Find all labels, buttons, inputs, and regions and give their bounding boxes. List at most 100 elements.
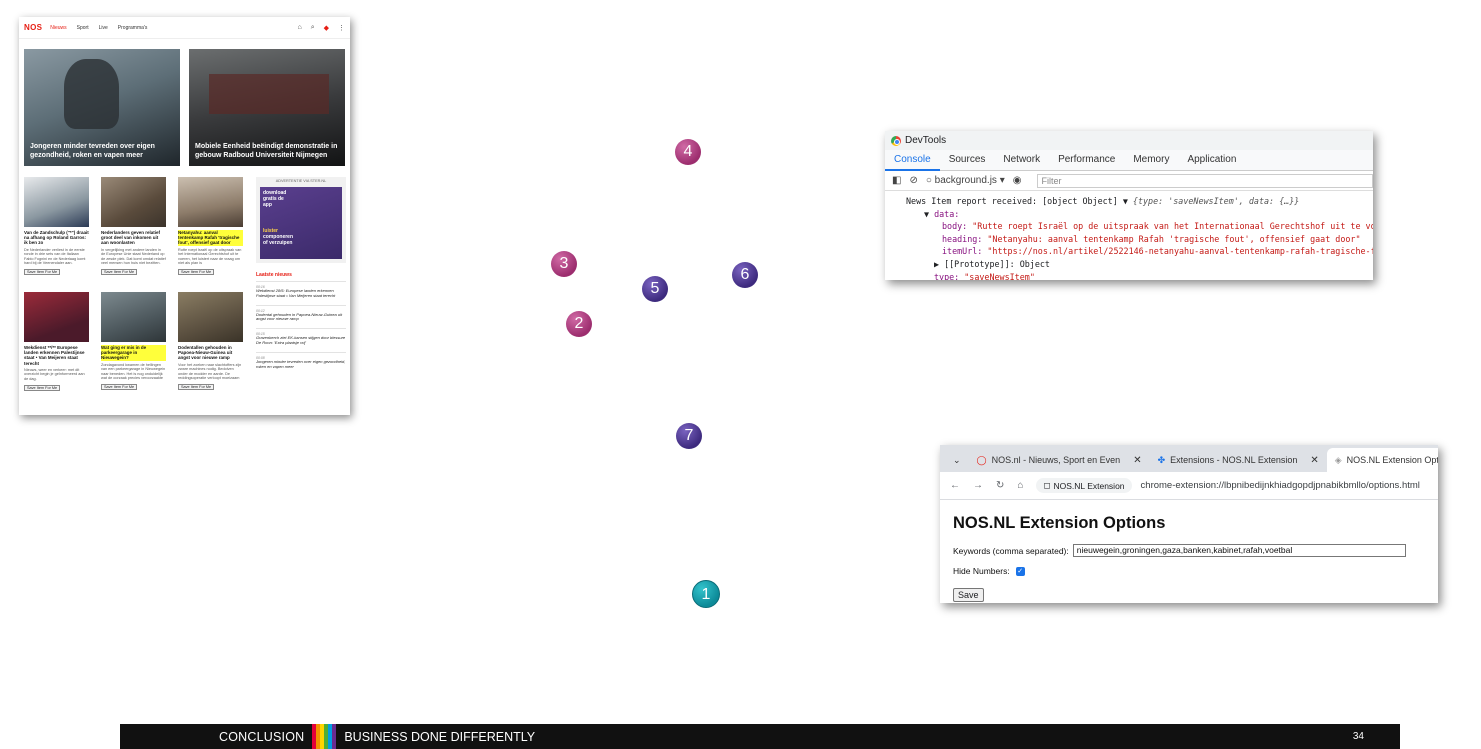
- tab-list-button[interactable]: ⌄: [945, 448, 969, 472]
- hide-numbers-checkbox[interactable]: ✓: [1015, 566, 1025, 576]
- save-button[interactable]: Save: [953, 588, 984, 602]
- marker-6: 6: [732, 262, 758, 288]
- nav-sport[interactable]: Sport: [77, 25, 89, 31]
- log-type-key: type:: [934, 271, 960, 280]
- hero-article-1[interactable]: Jongeren minder tevreden over eigen gezo…: [24, 49, 180, 166]
- hero-2-caption: Mobiele Eenheid beëindigt demonstratie i…: [195, 143, 338, 159]
- card-image[interactable]: [178, 292, 243, 342]
- card-title[interactable]: Nederlanders geven relatief groot deel v…: [101, 230, 166, 246]
- card-image[interactable]: [101, 177, 166, 227]
- log-type-value: "saveNewsItem": [964, 271, 1035, 280]
- save-item-button[interactable]: Save Item For Me: [101, 268, 138, 275]
- save-item-button[interactable]: Save Item For Me: [101, 383, 138, 390]
- log-proto: [[Prototype]]: Object: [944, 258, 1050, 269]
- latest-text: Wekdienst 28/5: Europese landen erkennen…: [256, 288, 336, 298]
- latest-news-item[interactable]: 00:15 Gravenberch ziet EK-kansen stijgen…: [256, 328, 346, 352]
- home-icon[interactable]: ⌂: [1017, 480, 1023, 491]
- keywords-input[interactable]: nieuwegein,groningen,gaza,banken,kabinet…: [1072, 544, 1406, 557]
- save-item-button[interactable]: Save Item For Me: [24, 384, 61, 391]
- options-body: NOS.NL Extension Options Keywords (comma…: [940, 500, 1438, 603]
- eye-icon[interactable]: ◉: [1013, 175, 1022, 186]
- latest-news-item[interactable]: 00:16 Wekdienst 28/5: Europese landen er…: [256, 281, 346, 305]
- latest-news-item[interactable]: 00:12 Dodental gehouden in Papoea-Nieuw-…: [256, 304, 346, 329]
- tab-console[interactable]: Console: [885, 150, 940, 171]
- ad-banner[interactable]: download gratis de app luister componere…: [260, 187, 342, 259]
- browser-tab-options[interactable]: ◈ NOS.NL Extension Options ✕: [1326, 448, 1438, 472]
- hero-1-caption: Jongeren minder tevreden over eigen gezo…: [30, 143, 155, 159]
- extension-page-icon: ◈: [1334, 454, 1342, 465]
- save-item-button[interactable]: Save Item For Me: [24, 268, 61, 275]
- tab-memory[interactable]: Memory: [1124, 150, 1178, 171]
- card-image[interactable]: [24, 292, 89, 342]
- marker-7: 7: [676, 423, 702, 449]
- tv-icon[interactable]: ⌂: [297, 24, 301, 32]
- close-icon[interactable]: ✕: [1133, 455, 1141, 466]
- card-image[interactable]: [101, 292, 166, 342]
- chip-label: NOS.NL Extension: [1053, 480, 1125, 491]
- devtools-window: DevTools Console Sources Network Perform…: [885, 131, 1373, 280]
- nos-logo[interactable]: NOS: [24, 23, 42, 32]
- sidebar-toggle-icon[interactable]: ◧: [892, 175, 901, 186]
- puzzle-icon: ✤: [1157, 454, 1166, 465]
- card-title[interactable]: Wekdienst **/** Europese landen erkennen…: [24, 345, 89, 366]
- tab-sources[interactable]: Sources: [940, 150, 995, 171]
- console-proto-row[interactable]: ▶ [[Prototype]]: Object: [906, 258, 1373, 271]
- tab-application[interactable]: Application: [1178, 150, 1245, 171]
- log-body-key: body:: [942, 221, 968, 232]
- browser-tab-nos[interactable]: ◯ NOS.nl - Nieuws, Sport en Even ✕: [969, 448, 1150, 472]
- devtools-title: DevTools: [905, 135, 947, 146]
- devtools-tabs: Console Sources Network Performance Memo…: [885, 150, 1373, 171]
- card-title[interactable]: Wat ging er mis in de parkeergarage in N…: [101, 345, 166, 361]
- site-chip[interactable]: ◻ NOS.NL Extension: [1036, 478, 1132, 493]
- card-desc: In vergelijking met andere landen in de …: [101, 247, 166, 266]
- context-selector[interactable]: ○ background.js ▾: [926, 175, 1005, 186]
- filter-input[interactable]: Filter: [1037, 173, 1373, 188]
- card-title[interactable]: Dodentallen gehouden in Papoea-Nieuw-Gui…: [178, 345, 243, 361]
- more-icon[interactable]: ⋮: [338, 24, 345, 32]
- opera-icon: ◯: [976, 454, 987, 465]
- forward-icon[interactable]: →: [973, 480, 983, 491]
- tab-label: Extensions - NOS.NL Extension: [1170, 455, 1298, 465]
- devtools-titlebar: DevTools: [885, 131, 1373, 150]
- footer-right-text: BUSINESS DONE DIFFERENTLY: [344, 729, 536, 744]
- save-item-button[interactable]: Save Item For Me: [178, 383, 215, 390]
- search-icon[interactable]: ⌕: [311, 24, 315, 32]
- clear-console-icon[interactable]: ⊘: [909, 175, 917, 186]
- browser-tab-extensions[interactable]: ✤ Extensions - NOS.NL Extension ✕: [1150, 448, 1327, 472]
- console-data-row[interactable]: ▼ data:: [906, 208, 1373, 221]
- latest-news-item[interactable]: 00:08 Jongeren minder tevreden over eige…: [256, 351, 346, 376]
- slide-footer: CONCLUSION BUSINESS DONE DIFFERENTLY 34: [120, 724, 1400, 749]
- card-image[interactable]: [24, 177, 89, 227]
- news-card: Nederlanders geven relatief groot deel v…: [101, 177, 166, 275]
- news-card: Dodentallen gehouden in Papoea-Nieuw-Gui…: [178, 292, 243, 390]
- log-url-key: itemUrl:: [942, 246, 983, 257]
- marker-3: 3: [551, 251, 577, 277]
- extension-icon[interactable]: ◆: [324, 24, 329, 32]
- log-data-key: data:: [934, 208, 960, 219]
- tab-network[interactable]: Network: [994, 150, 1049, 171]
- url-field[interactable]: chrome-extension://lbpnibedijnkhiadgopdj…: [1141, 480, 1420, 491]
- reload-icon[interactable]: ↻: [996, 480, 1004, 491]
- nav-live[interactable]: Live: [99, 25, 108, 31]
- hide-numbers-row: Hide Numbers: ✓: [953, 566, 1438, 576]
- marker-1: 1: [692, 580, 720, 608]
- card-title[interactable]: Netanyahu: aanval tentenkamp Rafah 'trag…: [178, 230, 243, 246]
- nav-programmas[interactable]: Programma's: [118, 25, 148, 31]
- tab-performance[interactable]: Performance: [1049, 150, 1124, 171]
- footer-stripes: [312, 724, 337, 749]
- close-icon[interactable]: ✕: [1310, 455, 1318, 466]
- hero-article-2[interactable]: Mobiele Eenheid beëindigt demonstratie i…: [189, 49, 345, 166]
- card-image[interactable]: [178, 177, 243, 227]
- save-item-button[interactable]: Save Item For Me: [178, 268, 215, 275]
- hide-numbers-label: Hide Numbers:: [953, 566, 1010, 576]
- console-log-line[interactable]: News Item report received: [object Objec…: [906, 195, 1373, 208]
- card-desc: Rutte roept Israël op de uitspraak van h…: [178, 247, 242, 266]
- advertisement[interactable]: ADVERTENTIE VIA STER.NL download gratis …: [256, 177, 346, 263]
- card-title[interactable]: Van de Zandschulp ("*") draait na afhang…: [24, 230, 89, 246]
- nav-nieuws[interactable]: Nieuws: [50, 25, 66, 31]
- latest-text: Gravenberch ziet EK-kansen stijgen door …: [256, 335, 346, 345]
- latest-news: Laatste nieuws 00:16 Wekdienst 28/5: Eur…: [256, 272, 346, 375]
- latest-text: Jongeren minder tevreden over eigen gezo…: [256, 358, 346, 369]
- card-desc: Zondagavond kwamen de hellingen van een …: [101, 362, 166, 381]
- back-icon[interactable]: ←: [950, 480, 960, 491]
